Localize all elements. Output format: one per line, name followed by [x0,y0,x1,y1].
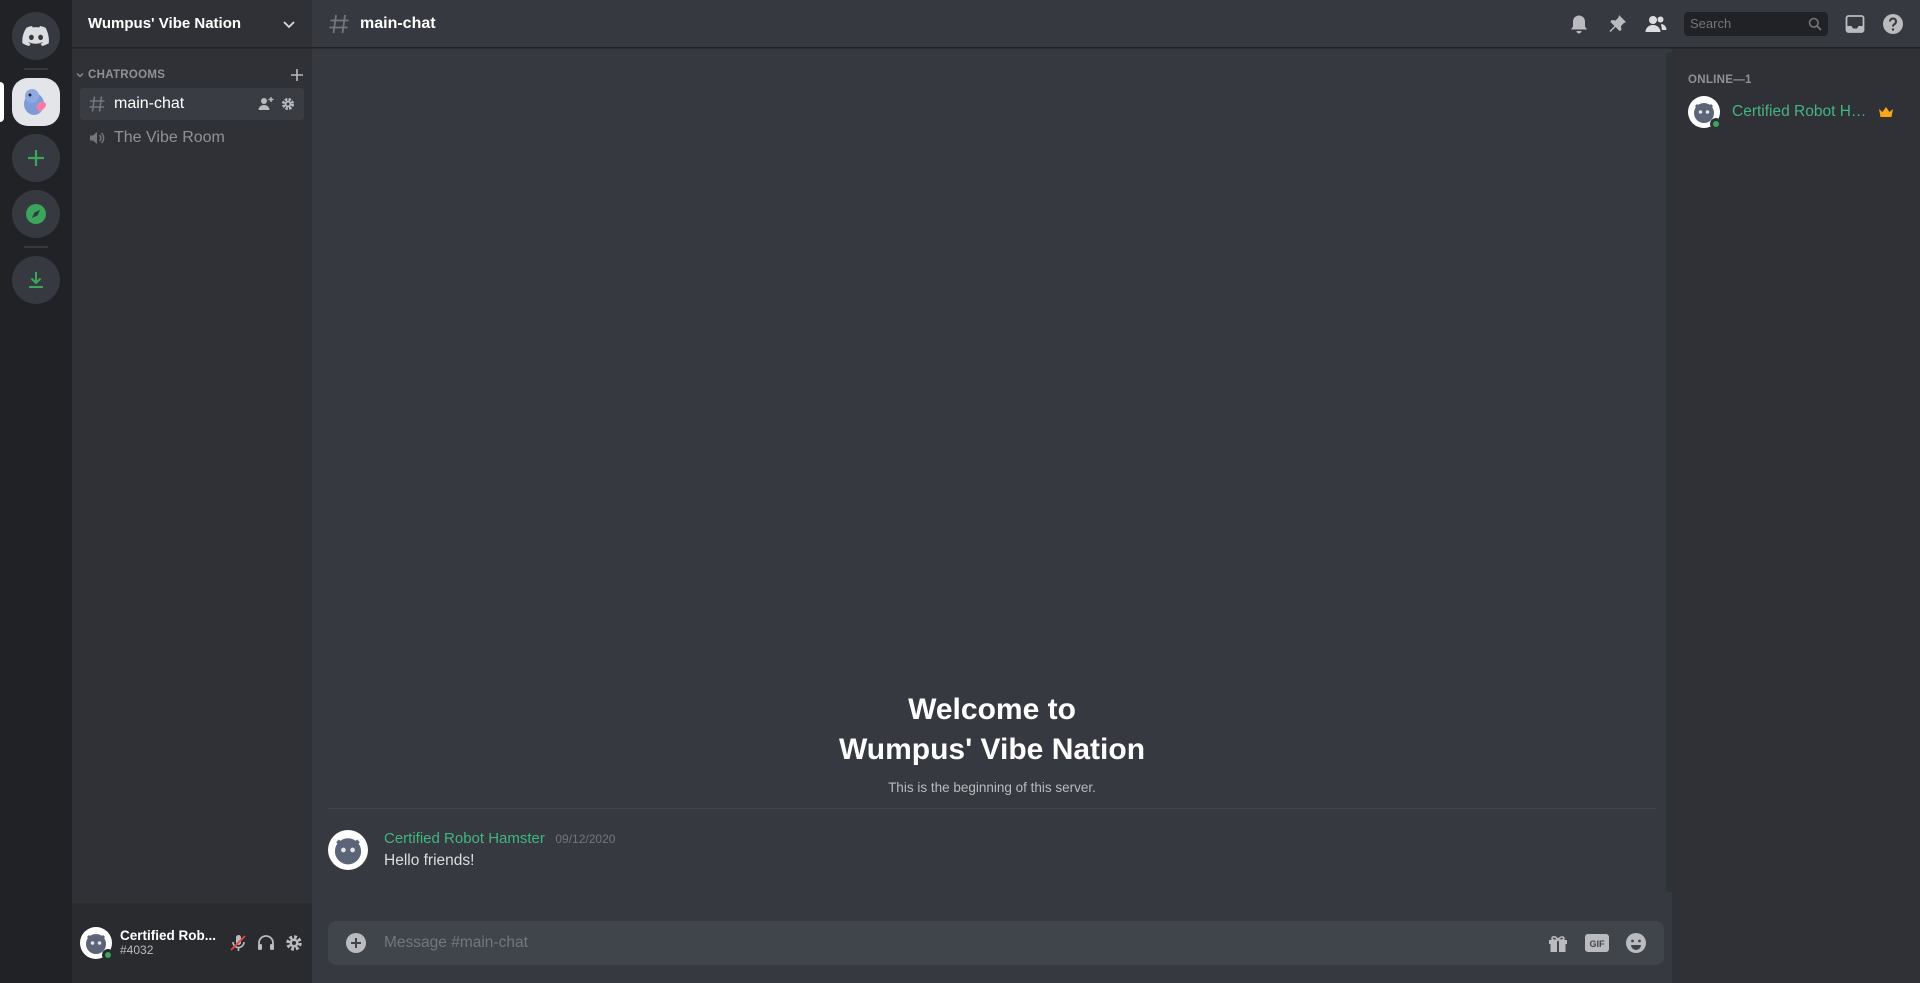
user-settings-gear-icon[interactable] [284,933,304,953]
chevron-down-icon [283,20,295,28]
channel-label: The Vibe Room [114,129,225,146]
invite-icon[interactable] [258,96,274,112]
text-channel-icon [329,14,349,33]
user-panel: Certified Rob... #4032 [72,903,312,983]
channel-header: main-chat Search [312,0,1920,48]
voice-channel-icon [90,132,105,144]
wumpus-server-icon [24,89,47,115]
member-avatar [1688,96,1722,130]
category-collapse-icon [76,73,84,78]
channel-category[interactable]: CHATROOMS [72,66,312,84]
rail-separator [24,68,48,70]
emoji-icon[interactable] [1624,931,1648,955]
create-channel-icon[interactable] [290,68,304,82]
selected-server-indicator [0,82,4,122]
plus-icon [28,150,44,166]
message-input[interactable] [384,934,1546,952]
notification-bell-icon[interactable] [1568,13,1590,35]
member-list-icon[interactable] [1644,13,1668,35]
user-tag: #4032 [120,942,154,957]
message: Certified Robot Hamster 09/12/2020 Hello… [328,830,1656,870]
muted-microphone-icon[interactable] [228,933,248,953]
search-input[interactable]: Search [1684,11,1828,36]
welcome-title-line1: Welcome to [908,693,1076,726]
message-divider [328,808,1656,809]
member-item[interactable]: Certified Robot Ha... [1688,94,1912,130]
message-avatar[interactable] [328,830,368,870]
download-apps-button[interactable] [12,256,60,304]
explore-servers-button[interactable] [12,190,60,238]
message-content: Hello friends! [384,852,475,869]
member-list: ONLINE—1 Certified Robot Ha... [1672,48,1920,983]
welcome-block: Welcome to Wumpus' Vibe Nation This is t… [328,690,1656,795]
channel-title: main-chat [360,14,436,32]
search-icon [1808,17,1822,31]
gift-icon[interactable] [1546,931,1570,955]
online-status-icon [102,949,114,961]
text-channel-icon [89,96,105,112]
channel-label: main-chat [114,95,185,112]
avatar[interactable] [80,927,114,961]
compass-icon [26,204,46,224]
gif-icon[interactable]: GIF [1584,932,1610,954]
online-status-icon [1710,118,1722,130]
search-placeholder: Search [1690,16,1732,31]
robot-hamster-avatar-icon [334,838,362,865]
channel-main-chat[interactable]: main-chat [80,88,304,120]
message-author[interactable]: Certified Robot Hamster [384,830,545,847]
discord-logo-icon [22,26,49,46]
username: Certified Rob... [120,928,217,944]
member-group-header: ONLINE—1 [1688,74,1752,86]
server-rail [0,0,72,983]
headphones-icon[interactable] [256,933,276,953]
crown-icon [1879,107,1893,117]
message-composer: GIF [328,921,1664,965]
attach-plus-icon[interactable] [344,931,368,955]
server-wumpus-vibe-nation[interactable] [12,78,60,126]
pin-icon[interactable] [1606,13,1628,35]
gif-label: GIF [1590,939,1606,949]
welcome-subtitle: This is the beginning of this server. [888,780,1096,795]
message-timestamp: 09/12/2020 [555,832,616,846]
inbox-icon[interactable] [1844,13,1866,35]
channel-sidebar: Wumpus' Vibe Nation CHATROOMS main-chat [72,0,312,903]
server-header[interactable]: Wumpus' Vibe Nation [72,0,312,48]
home-button[interactable] [12,12,60,60]
member-name: Certified Robot Ha... [1732,103,1872,120]
category-label: CHATROOMS [88,69,166,81]
channel-the-vibe-room[interactable]: The Vibe Room [80,122,304,154]
gear-icon[interactable] [280,96,296,112]
chat-area: main-chat Search Welcome to Wumpus' Vibe… [312,0,1920,983]
rail-separator [24,246,48,248]
add-server-button[interactable] [12,134,60,182]
help-icon[interactable] [1882,13,1904,35]
server-name: Wumpus' Vibe Nation [88,15,242,32]
welcome-title-line2: Wumpus' Vibe Nation [838,733,1146,766]
download-icon [29,272,43,288]
